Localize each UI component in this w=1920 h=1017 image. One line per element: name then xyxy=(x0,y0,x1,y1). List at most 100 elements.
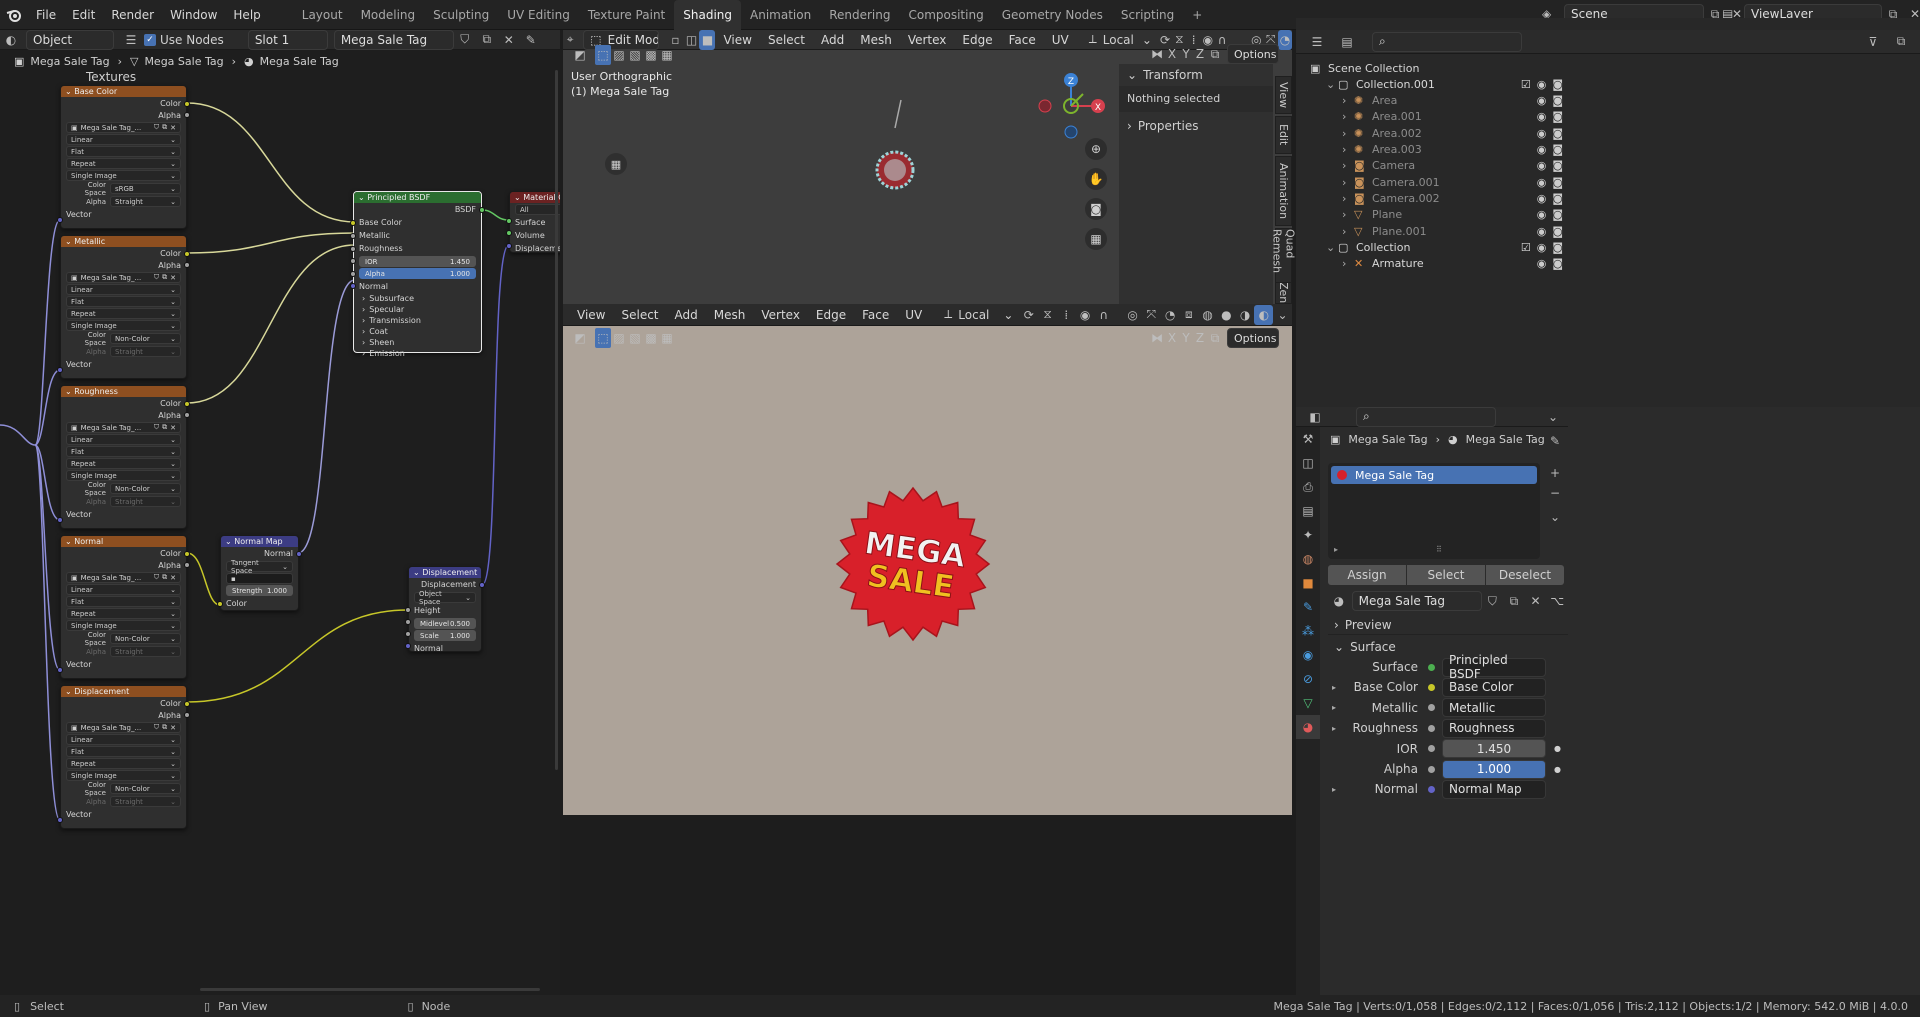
image-texture-node-roughness[interactable]: ⌄ Roughness Color Alpha ▣ Mega Sale Tag_... ⛉… xyxy=(57,385,190,529)
eye-icon[interactable]: ◉ xyxy=(1537,241,1547,254)
socket-color-out[interactable] xyxy=(184,551,190,557)
socket-vector-in[interactable] xyxy=(57,517,63,523)
eye-icon[interactable]: ◉ xyxy=(1537,94,1547,107)
socket-normal-in[interactable] xyxy=(350,283,356,289)
select-intersect-icon[interactable]: ▦ xyxy=(659,45,675,65)
socket-dot-icon[interactable] xyxy=(1428,765,1435,773)
viewport-bottom[interactable]: View Select Add Mesh Vertex Edge Face UV… xyxy=(563,304,1292,815)
modifier-tab-icon[interactable]: ✎ xyxy=(1296,595,1320,619)
extension-dropdown[interactable]: Repeat ⌄ xyxy=(66,608,181,619)
options-dropdown[interactable]: Options xyxy=(1227,328,1279,348)
socket-bsdf-out[interactable] xyxy=(479,207,485,213)
mirror-icon[interactable]: ⧓ xyxy=(1149,44,1165,64)
menu-add[interactable]: Add xyxy=(813,30,852,50)
axis-y-toggle[interactable]: Y xyxy=(1179,328,1193,348)
collapse-icon[interactable]: ⌄ xyxy=(514,193,523,202)
source-dropdown[interactable]: Single Image ⌄ xyxy=(66,320,181,331)
expand-arrow-icon[interactable]: › xyxy=(1342,257,1354,270)
xray-icon[interactable]: ⧈ xyxy=(1179,305,1198,325)
eye-icon[interactable]: ◉ xyxy=(1537,225,1547,238)
camera-render-icon[interactable]: ◙ xyxy=(1552,110,1563,123)
overlay-icon[interactable]: ◔ xyxy=(1277,29,1293,50)
auto-merge-icon[interactable]: ⧉ xyxy=(1207,44,1223,64)
outliner-item-camera-001[interactable]: › ◙ Camera.001 ◉ ◙ xyxy=(1296,174,1563,190)
midlevel-slider[interactable]: Midlevel 0.500 xyxy=(414,618,476,629)
alpha-mode-dropdown[interactable]: Straight ⌄ xyxy=(110,196,181,207)
image-selector[interactable]: ▣ Mega Sale Tag_... ⛉ ⧉ ✕ xyxy=(66,572,181,583)
socket-roughness-in[interactable] xyxy=(350,246,356,252)
expand-arrow-icon[interactable]: ▸ xyxy=(1332,724,1344,733)
select-invert-icon[interactable]: ▩ xyxy=(643,45,659,65)
extension-dropdown[interactable]: Repeat ⌄ xyxy=(66,158,181,169)
select-subtract-icon[interactable]: ▧ xyxy=(627,45,643,65)
preview-panel-header[interactable]: › Preview xyxy=(1328,615,1568,635)
camera-render-icon[interactable]: ◙ xyxy=(1552,241,1563,254)
socket-vector-in[interactable] xyxy=(57,217,63,223)
resize-handle-icon[interactable]: ⠿ xyxy=(1436,545,1442,554)
shading-wire-icon[interactable]: ◍ xyxy=(1198,305,1217,325)
face-select-icon[interactable]: ■ xyxy=(699,29,716,50)
menu-edge[interactable]: Edge xyxy=(808,304,854,326)
select-button[interactable]: Select xyxy=(1407,565,1485,585)
unlink-icon[interactable]: ✕ xyxy=(170,274,176,282)
outliner[interactable]: ☰ ▤ ⌕ ⊽ ⧉ ▣ Scene Collection ⌄ ▢ Collection.… xyxy=(1296,18,1920,407)
source-dropdown[interactable]: Single Image ⌄ xyxy=(66,470,181,481)
properties-panel-header[interactable]: › Properties xyxy=(1119,112,1273,140)
interpolation-dropdown[interactable]: Linear ⌄ xyxy=(66,434,181,445)
outliner-item-collection[interactable]: ⌄ ▢ Collection ☑ ◉ ◙ xyxy=(1296,239,1563,255)
shading-options-icon[interactable]: ⌄ xyxy=(1273,305,1292,325)
fake-user-icon[interactable]: ⛉ xyxy=(154,423,159,432)
animate-dot-icon[interactable]: ● xyxy=(1554,765,1561,774)
tab-texture-paint[interactable]: Texture Paint xyxy=(579,0,674,30)
shading-material-icon[interactable]: ◑ xyxy=(1236,305,1255,325)
menu-edge[interactable]: Edge xyxy=(954,30,1000,50)
expand-arrow-icon[interactable]: ▸ xyxy=(1332,703,1344,712)
browse-material-icon[interactable]: ◕ xyxy=(1328,591,1350,611)
duplicate-icon[interactable]: ⧉ xyxy=(162,723,167,732)
prop-value-field[interactable]: Principled BSDF xyxy=(1442,653,1546,681)
axis-x-toggle[interactable]: X xyxy=(1165,44,1179,64)
socket-normal-out[interactable] xyxy=(296,551,302,557)
normal-map-node[interactable]: ⌄ Normal Map Normal Tangent Space ⌄ ▪ Str… xyxy=(217,535,302,611)
outliner-item-area-001[interactable]: › ✺ Area.001 ◉ ◙ xyxy=(1296,109,1563,125)
expand-arrow-icon[interactable]: › xyxy=(1342,225,1354,238)
projection-dropdown[interactable]: Flat ⌄ xyxy=(66,296,181,307)
outliner-item-area-003[interactable]: › ✺ Area.003 ◉ ◙ xyxy=(1296,142,1563,158)
transform-panel-header[interactable]: ⌄ Transform xyxy=(1119,64,1273,86)
material-slot-list[interactable]: Mega Sale Tag ▸ ⠿ xyxy=(1328,463,1540,559)
outliner-item-armature[interactable]: › ✕ Armature ◉ ◙ xyxy=(1296,256,1563,272)
outliner-item-collection-001[interactable]: ⌄ ▢ Collection.001 ☑ ◉ ◙ xyxy=(1296,76,1563,92)
material-output-node[interactable]: ⌄ Material Outp... All Surface Volume Di… xyxy=(506,191,560,253)
strength-slider[interactable]: Strength 1.000 xyxy=(226,585,293,596)
outliner-item-area[interactable]: › ✺ Area ◉ ◙ xyxy=(1296,93,1563,109)
add-workspace-button[interactable]: + xyxy=(1183,0,1211,30)
view-layer-tab-icon[interactable]: ▤ xyxy=(1296,499,1320,523)
prop-value-field[interactable]: Base Color xyxy=(1442,677,1546,697)
expand-arrow-icon[interactable]: › xyxy=(1342,159,1354,172)
image-selector[interactable]: ▣ Mega Sale Tag_... ⛉ ⧉ ✕ xyxy=(66,272,181,283)
scene-tab-icon[interactable]: ✦ xyxy=(1296,523,1320,547)
camera-render-icon[interactable]: ◙ xyxy=(1552,127,1563,140)
panel-emission[interactable]: › Emission xyxy=(354,348,481,359)
select-box-new-icon[interactable]: ⬚ xyxy=(595,45,611,65)
grid-icon[interactable]: ▦ xyxy=(1085,228,1107,250)
source-dropdown[interactable]: Single Image ⌄ xyxy=(66,170,181,181)
proportional-edit-icon[interactable]: ◉ xyxy=(1076,305,1095,325)
menu-vertex[interactable]: Vertex xyxy=(753,304,808,326)
unlink-icon[interactable]: ✕ xyxy=(170,424,176,432)
eye-icon[interactable]: ◉ xyxy=(1537,110,1547,123)
collapse-icon[interactable]: ⌄ xyxy=(65,537,74,546)
unlink-icon[interactable]: ✕ xyxy=(170,124,176,132)
ior-slider[interactable]: IOR 1.450 xyxy=(359,256,476,267)
overlay-icon[interactable]: ◔ xyxy=(1161,305,1180,325)
assign-button[interactable]: Assign xyxy=(1328,565,1406,585)
orientation-dropdown[interactable]: ⟂ Local ⌄ xyxy=(1089,32,1152,47)
add-slot-icon[interactable]: + xyxy=(1544,463,1566,483)
camera-render-icon[interactable]: ◙ xyxy=(1552,159,1563,172)
target-dropdown[interactable]: All xyxy=(515,204,560,215)
image-texture-node-displacement[interactable]: ⌄ Displacement Color Alpha ▣ Mega Sale Tag_.… xyxy=(57,685,190,829)
axis-y-toggle[interactable]: Y xyxy=(1179,44,1193,64)
menu-mesh[interactable]: Mesh xyxy=(706,304,754,326)
menu-help[interactable]: Help xyxy=(225,0,268,30)
prop-value-field[interactable]: 1.450 xyxy=(1442,739,1546,759)
